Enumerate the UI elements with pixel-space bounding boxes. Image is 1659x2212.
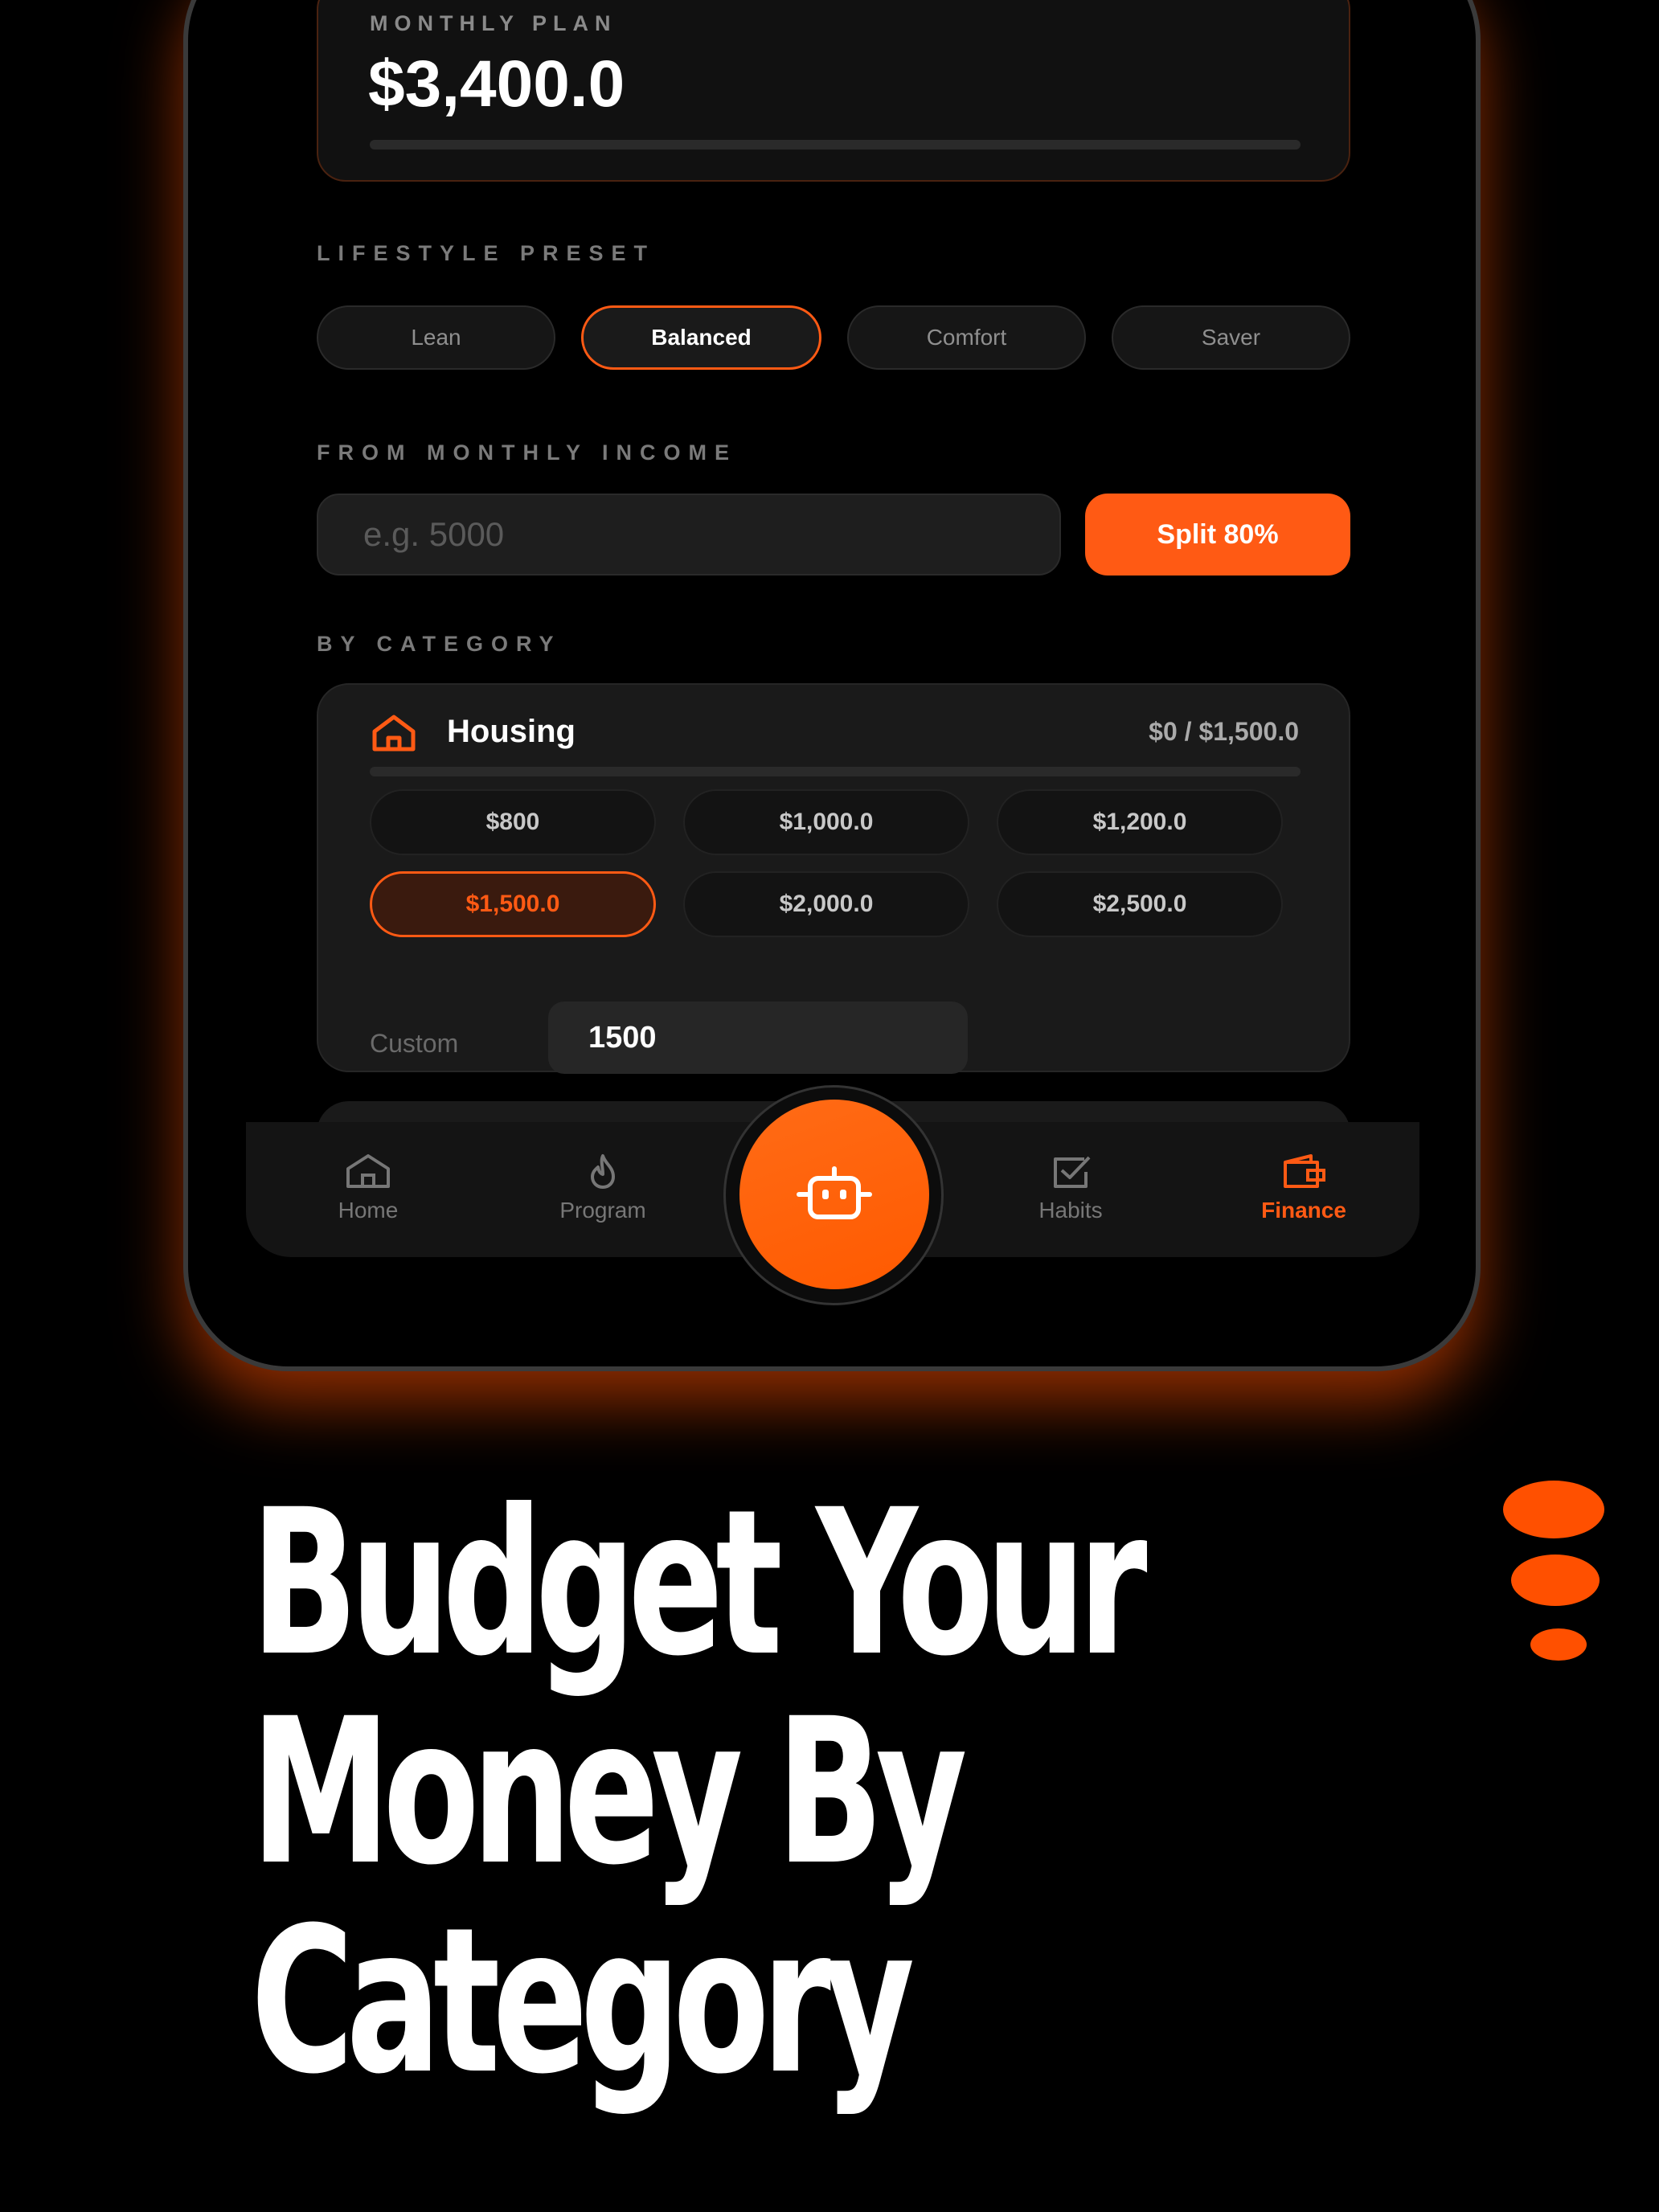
phone-frame: MONTHLY PLAN $3,400.0 LIFESTYLE PRESET L… <box>183 0 1481 1371</box>
tab-finance[interactable]: Finance <box>1207 1153 1400 1223</box>
custom-label: Custom <box>370 1029 459 1058</box>
plan-amount: $3,400.0 <box>368 47 625 121</box>
tab-label: Home <box>338 1198 399 1223</box>
amount-option-selected[interactable]: $1,500.0 <box>370 871 656 937</box>
amount-option[interactable]: $1,000.0 <box>683 789 969 855</box>
decorative-dot-medium <box>1511 1555 1600 1606</box>
preset-comfort[interactable]: Comfort <box>847 305 1086 370</box>
wallet-icon <box>1284 1154 1325 1188</box>
by-category-label: BY CATEGORY <box>317 632 562 656</box>
amount-option[interactable]: $2,000.0 <box>683 871 969 937</box>
preset-selector: Lean Balanced Comfort Saver <box>317 305 1350 370</box>
plan-progress-bar <box>370 140 1301 150</box>
preset-saver[interactable]: Saver <box>1112 305 1350 370</box>
headline-line-3: Category <box>251 1884 915 2118</box>
category-total: $0 / $1,500.0 <box>1149 717 1299 746</box>
lifestyle-preset-label: LIFESTYLE PRESET <box>317 241 656 265</box>
housing-category-card: Housing $0 / $1,500.0 $800 $1,000.0 $1,2… <box>317 683 1350 1074</box>
amount-option[interactable]: $2,500.0 <box>997 871 1283 937</box>
category-progress-bar <box>370 767 1301 776</box>
income-input[interactable]: e.g. 5000 <box>317 494 1061 576</box>
tab-habits[interactable]: Habits <box>974 1153 1167 1223</box>
amount-options: $800 $1,000.0 $1,200.0 $1,500.0 $2,000.0… <box>370 789 1284 937</box>
income-label: FROM MONTHLY INCOME <box>317 440 738 465</box>
preset-balanced[interactable]: Balanced <box>581 305 821 370</box>
category-name: Housing <box>447 714 576 749</box>
app-screen: MONTHLY PLAN $3,400.0 LIFESTYLE PRESET L… <box>188 0 1476 1366</box>
amount-option[interactable]: $800 <box>370 789 656 855</box>
headline-line-2: Money By <box>251 1675 968 1909</box>
tab-label: Habits <box>1038 1198 1103 1223</box>
flame-icon <box>591 1154 615 1189</box>
assistant-button[interactable] <box>739 1100 929 1289</box>
robot-icon <box>797 1166 872 1219</box>
tab-label: Program <box>559 1198 646 1223</box>
tab-program[interactable]: Program <box>506 1153 699 1223</box>
decorative-dot-small <box>1530 1628 1587 1661</box>
monthly-plan-card: MONTHLY PLAN $3,400.0 <box>317 0 1350 182</box>
home-icon <box>346 1154 390 1188</box>
headline: Budget Your Money By Category <box>251 1466 1148 2118</box>
custom-amount-input[interactable]: 1500 <box>548 1002 968 1074</box>
plan-label: MONTHLY PLAN <box>370 11 617 35</box>
home-icon <box>372 715 416 752</box>
tab-home[interactable]: Home <box>272 1153 465 1223</box>
checkbox-icon <box>1054 1156 1091 1188</box>
decorative-dot-large <box>1503 1481 1604 1538</box>
amount-option[interactable]: $1,200.0 <box>997 789 1283 855</box>
preset-lean[interactable]: Lean <box>317 305 555 370</box>
headline-line-1: Budget Your <box>251 1466 1148 1700</box>
tab-label: Finance <box>1261 1198 1346 1223</box>
split-button[interactable]: Split 80% <box>1085 494 1350 576</box>
